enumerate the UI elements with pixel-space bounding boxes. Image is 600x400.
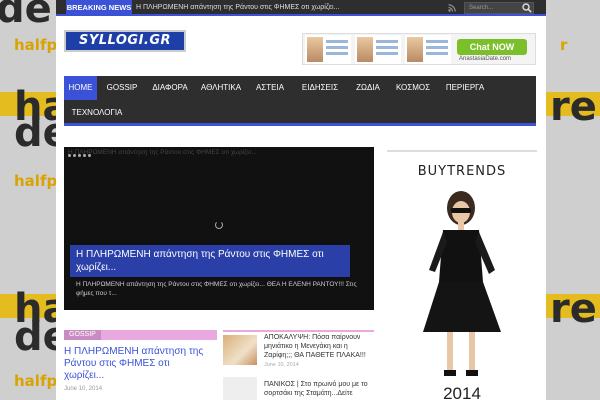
bg-word: re <box>550 84 597 130</box>
nav-item-gossip[interactable]: GOSSIP <box>100 76 144 100</box>
featured-slider[interactable]: Η ΠΛΗΡΩΜΕΝΗ απάντηση της Ράντου στις ΦΗΜ… <box>64 147 374 310</box>
ad-year: 2014 <box>443 384 481 400</box>
ad-profile <box>305 35 351 64</box>
side-post-title[interactable]: ΑΠΟΚΑΛΥΨΗ: Πόσα παίρνουν μηνιάτικο η Μεν… <box>264 333 374 360</box>
slider-caption-title[interactable]: Η ΠΛΗΡΩΜΕΝΗ απάντηση της Ράντου στις ΦΗΜ… <box>70 245 350 277</box>
side-post-date: June 10, 2014 <box>264 362 299 368</box>
bg-word: de <box>0 0 52 32</box>
page-container: BREAKING NEWS Η ΠΛΗΡΩΜΕΝΗ απάντηση της Ρ… <box>56 0 546 400</box>
nav-item-home[interactable]: HOME <box>64 76 97 100</box>
main-navigation: HOME GOSSIP ΔΙΑΦΟΡΑ ΑΘΛΗΤΙΚΑ ΑΣΤΕΙΑ ΕΙΔΗ… <box>64 76 536 126</box>
category-label-gossip[interactable]: GOSSIP <box>64 330 101 340</box>
nav-item-diafora[interactable]: ΔΙΑΦΟΡΑ <box>146 76 194 100</box>
sidebar-ad[interactable]: BUYTRENDS 2014 <box>387 150 537 400</box>
bg-word: re <box>550 286 597 332</box>
slider-dot[interactable] <box>83 154 86 157</box>
ad-site-text: AnastasiaDate.com <box>459 56 512 62</box>
breaking-news-label: BREAKING NEWS <box>66 0 132 16</box>
chat-now-button[interactable]: Chat NOW <box>457 39 527 55</box>
ad-photo <box>357 37 373 62</box>
slider-dot[interactable] <box>68 154 71 157</box>
ad-profile <box>355 35 401 64</box>
side-post-title[interactable]: ΠΑΝΙΚΟΣ | Στο πρωινό μου με το σορτσάκι … <box>264 380 374 398</box>
dating-ad-banner[interactable]: Chat NOW AnastasiaDate.com <box>302 33 536 65</box>
post-thumbnail[interactable] <box>223 377 257 400</box>
nav-item-periergA[interactable]: ΠΕΡΙΕΡΓΑ <box>438 76 492 100</box>
bg-small-word: r <box>560 36 568 54</box>
ad-photo <box>407 37 423 62</box>
nav-item-kosmos[interactable]: ΚΟΣΜΟΣ <box>390 76 436 100</box>
ad-profile <box>405 35 451 64</box>
ad-photo <box>307 37 323 62</box>
category-bar: GOSSIP <box>64 330 217 340</box>
top-bar: BREAKING NEWS Η ΠΛΗΡΩΜΕΝΗ απάντηση της Ρ… <box>56 0 546 16</box>
main-post-title[interactable]: Η ΠΛΗΡΩΜΕΝΗ απάντηση της Ράντου στις ΦΗΜ… <box>64 346 212 382</box>
main-post-date: June 10, 2014 <box>64 386 103 392</box>
rss-icon[interactable] <box>448 4 456 12</box>
loading-spinner-icon <box>215 221 223 229</box>
nav-item-athlitika[interactable]: ΑΘΛΗΤΙΚΑ <box>196 76 246 100</box>
section-divider <box>223 330 374 332</box>
post-thumbnail[interactable] <box>223 335 257 365</box>
nav-item-texnologia[interactable]: ΤΕΧΝΟΛΟΓΙΑ <box>64 101 130 125</box>
ad-model-image <box>423 191 501 376</box>
nav-item-eidiseis[interactable]: ΕΙΔΗΣΕΙΣ <box>294 76 346 100</box>
slider-caption-description: Η ΠΛΗΡΩΜΕΝΗ απάντηση της Ράντου στις ΦΗΜ… <box>76 281 357 297</box>
site-logo[interactable]: SYLLOGI.GR <box>64 30 186 52</box>
slider-dot[interactable] <box>73 154 76 157</box>
nav-item-zodia[interactable]: ΖΩΔΙΑ <box>348 76 388 100</box>
search-icon[interactable] <box>522 3 532 13</box>
news-ticker-link[interactable]: Η ΠΛΗΡΩΜΕΝΗ απάντηση της Ράντου στις ΦΗΜ… <box>136 0 339 16</box>
ad-brand: BUYTRENDS <box>417 164 507 179</box>
nav-item-asteia[interactable]: ΑΣΤΕΙΑ <box>248 76 292 100</box>
slider-dot[interactable] <box>78 154 81 157</box>
slider-dot[interactable] <box>88 154 91 157</box>
slider-top-title: Η ΠΛΗΡΩΜΕΝΗ απάντηση της Ράντου στις ΦΗΜ… <box>68 149 257 156</box>
